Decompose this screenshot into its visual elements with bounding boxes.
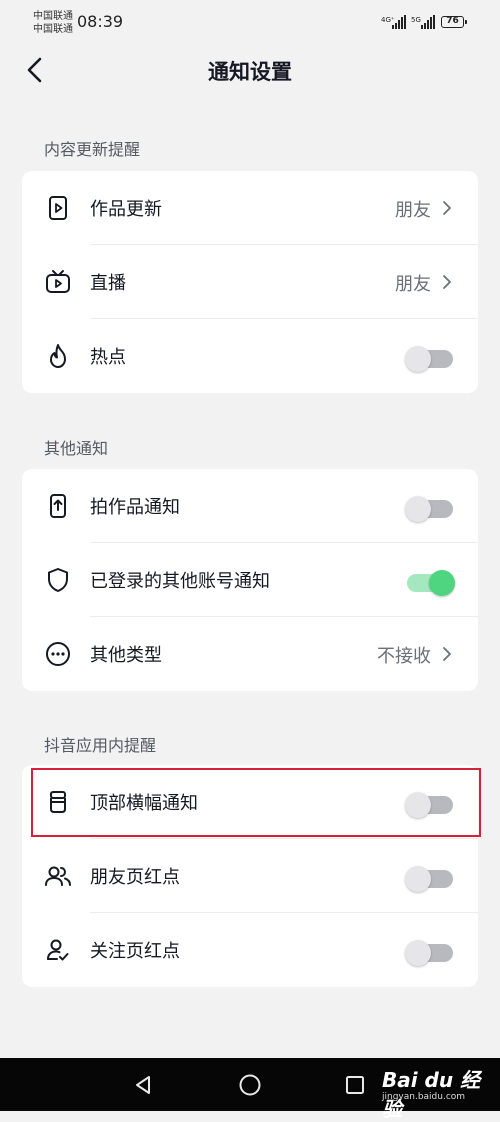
row-label: 关注页红点 [90, 941, 180, 962]
watermark: Bai du 经验 jingyan.baidu.com [380, 1058, 498, 1121]
row-label: 热点 [90, 347, 126, 368]
row-hot-topics: 热点 [22, 319, 478, 393]
row-label: 作品更新 [90, 199, 162, 220]
tv-live-icon [44, 268, 72, 296]
nav-header: 通知设置 [0, 44, 500, 96]
row-value: 朋友 [395, 274, 431, 295]
row-label: 顶部横幅通知 [90, 793, 198, 814]
row-label: 拍作品通知 [90, 497, 180, 518]
triangle-back-icon [136, 1076, 150, 1094]
toggle-switch[interactable] [405, 939, 455, 966]
row-follow-red-dot: 关注页红点 [22, 913, 478, 987]
users-icon [44, 862, 72, 890]
system-back-button[interactable] [128, 1070, 158, 1100]
section-title-other-notifications: 其他通知 [44, 439, 109, 458]
carrier-1: 中国联通 [33, 11, 73, 22]
network-type-2: 5G [411, 16, 421, 24]
shield-icon [44, 566, 72, 594]
banner-icon [44, 788, 72, 816]
status-bar: 中国联通 中国联通 08:39 4G⁺ 5G 76 [0, 0, 500, 44]
row-value: 不接收 [377, 646, 431, 667]
row-label: 已登录的其他账号通知 [90, 571, 270, 592]
toggle-switch[interactable] [405, 569, 455, 596]
signal-icon [392, 15, 406, 29]
row-works-update[interactable]: 作品更新 朋友 [22, 171, 478, 245]
card-in-app: 顶部横幅通知 朋友页红点 关注页红点 [22, 765, 478, 987]
battery-level: 76 [446, 16, 459, 26]
chevron-right-icon [443, 275, 451, 289]
back-button[interactable] [18, 50, 50, 90]
clock: 08:39 [77, 12, 124, 31]
square-recents-icon [346, 1076, 364, 1094]
video-play-icon [44, 194, 72, 222]
toggle-switch[interactable] [405, 345, 455, 372]
card-content-updates: 作品更新 朋友 直播 朋友 热点 [22, 171, 478, 393]
watermark-site: jingyan.baidu.com [382, 1092, 466, 1102]
more-circle-icon [44, 640, 72, 668]
row-top-banner: 顶部横幅通知 [22, 765, 478, 839]
chevron-right-icon [443, 647, 451, 661]
section-title-in-app: 抖音应用内提醒 [44, 736, 157, 755]
row-other-types[interactable]: 其他类型 不接收 [22, 617, 478, 691]
row-live[interactable]: 直播 朋友 [22, 245, 478, 319]
row-friends-red-dot: 朋友页红点 [22, 839, 478, 913]
chevron-right-icon [443, 201, 451, 215]
circle-home-icon [239, 1074, 261, 1096]
signal-icon [421, 15, 435, 29]
card-other-notifications: 拍作品通知 已登录的其他账号通知 其他类型 不接收 [22, 469, 478, 691]
user-check-icon [44, 936, 72, 964]
system-home-button[interactable] [235, 1070, 265, 1100]
battery-icon: 76 [441, 16, 467, 28]
phone-upload-icon [44, 492, 72, 520]
row-other-accounts: 已登录的其他账号通知 [22, 543, 478, 617]
toggle-switch[interactable] [405, 495, 455, 522]
carrier-2: 中国联通 [33, 24, 73, 35]
row-value: 朋友 [395, 200, 431, 221]
page-title: 通知设置 [208, 60, 292, 84]
toggle-switch[interactable] [405, 865, 455, 892]
section-title-content-updates: 内容更新提醒 [44, 140, 141, 159]
row-label: 直播 [90, 273, 126, 294]
flame-icon [44, 342, 72, 370]
toggle-switch[interactable] [405, 791, 455, 818]
row-shoot-notice: 拍作品通知 [22, 469, 478, 543]
row-label: 朋友页红点 [90, 867, 180, 888]
system-recents-button[interactable] [340, 1070, 370, 1100]
chevron-left-icon [27, 57, 42, 83]
row-label: 其他类型 [90, 645, 162, 666]
carrier-names: 中国联通 中国联通 [33, 10, 73, 36]
